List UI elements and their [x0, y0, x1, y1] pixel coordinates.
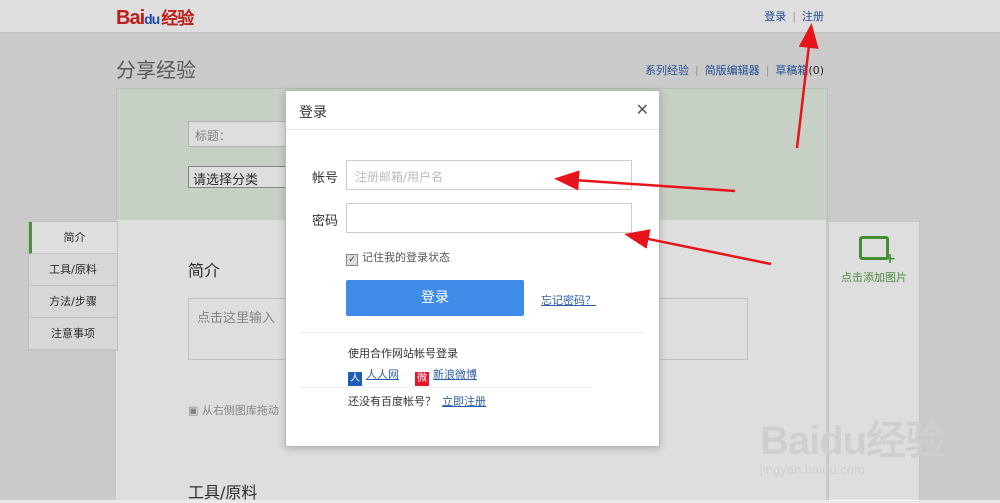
divider: [300, 387, 590, 388]
password-label: 密码: [312, 214, 339, 229]
weibo-icon: 微: [415, 372, 429, 386]
remember-me[interactable]: ✓ 记住我的登录状态: [346, 249, 450, 266]
remember-checkbox[interactable]: ✓: [346, 254, 358, 266]
register-now-link[interactable]: 立即注册: [442, 395, 486, 408]
watermark-logo: Baidu经验: [760, 419, 945, 463]
divider: [300, 332, 645, 333]
login-button[interactable]: 登录: [346, 280, 524, 316]
renren-login-link[interactable]: 人人人网: [348, 366, 399, 386]
login-modal: 登录 ✕ 帐号 注册邮箱/用户名 密码 ✓ 记住我的登录状态 登录 忘记密码？ 使…: [285, 90, 660, 447]
no-account-text: 还没有百度帐号？: [348, 395, 436, 408]
partner-login-title: 使用合作网站帐号登录: [348, 347, 458, 360]
watermark: Baidu经验 jingyan.baidu.com: [760, 408, 945, 477]
modal-title: 登录: [299, 105, 327, 121]
modal-header: 登录 ✕: [286, 91, 659, 130]
password-input[interactable]: [346, 203, 632, 233]
remember-label: 记住我的登录状态: [362, 251, 450, 264]
forgot-password-link[interactable]: 忘记密码？: [541, 292, 596, 308]
account-input[interactable]: 注册邮箱/用户名: [346, 160, 632, 190]
account-label: 帐号: [312, 171, 339, 186]
weibo-login-link[interactable]: 微新浪微博: [415, 366, 477, 386]
close-icon[interactable]: ✕: [636, 100, 649, 119]
renren-icon: 人: [348, 372, 362, 386]
no-account-row: 还没有百度帐号？ 立即注册: [348, 393, 486, 409]
